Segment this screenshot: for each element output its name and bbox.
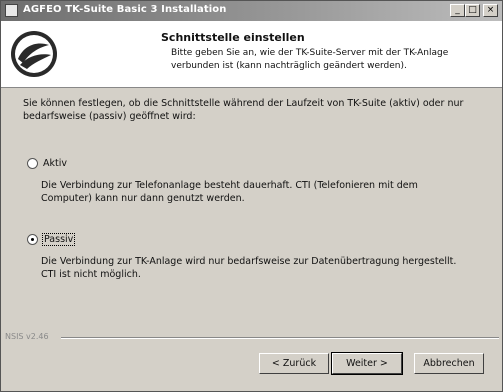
back-button[interactable]: < Zurück <box>259 353 329 374</box>
agfeo-logo-icon <box>11 31 57 77</box>
branding-text: NSIS v2.46 <box>5 332 49 341</box>
passiv-description: Die Verbindung zur TK-Anlage wird nur be… <box>41 256 457 280</box>
app-icon <box>5 4 18 17</box>
header-panel: Schnittstelle einstellen Bitte geben Sie… <box>1 21 502 88</box>
footer-divider <box>61 337 499 339</box>
next-button[interactable]: Weiter > <box>331 352 403 375</box>
installer-window: AGFEO TK-Suite Basic 3 Installation _ □ … <box>0 0 503 392</box>
passiv-radio[interactable] <box>27 234 38 245</box>
aktiv-label[interactable]: Aktiv <box>43 158 67 169</box>
minimize-button[interactable]: _ <box>450 4 465 17</box>
aktiv-description: Die Verbindung zur Telefonanlage besteht… <box>41 180 418 204</box>
window-title: AGFEO TK-Suite Basic 3 Installation <box>23 4 227 15</box>
passiv-label[interactable]: Passiv <box>41 233 76 246</box>
option-aktiv[interactable]: Aktiv <box>27 158 67 169</box>
option-passiv[interactable]: Passiv <box>27 233 76 246</box>
intro-text: Sie können festlegen, ob die Schnittstel… <box>23 98 464 122</box>
close-button[interactable]: × <box>483 4 498 17</box>
page-title: Schnittstelle einstellen <box>161 31 305 44</box>
cancel-button[interactable]: Abbrechen <box>414 353 484 374</box>
title-bar[interactable]: AGFEO TK-Suite Basic 3 Installation _ □ … <box>1 1 502 21</box>
page-subtitle: Bitte geben Sie an, wie der TK-Suite-Ser… <box>171 48 449 71</box>
maximize-button[interactable]: □ <box>465 4 480 17</box>
aktiv-radio[interactable] <box>27 158 38 169</box>
